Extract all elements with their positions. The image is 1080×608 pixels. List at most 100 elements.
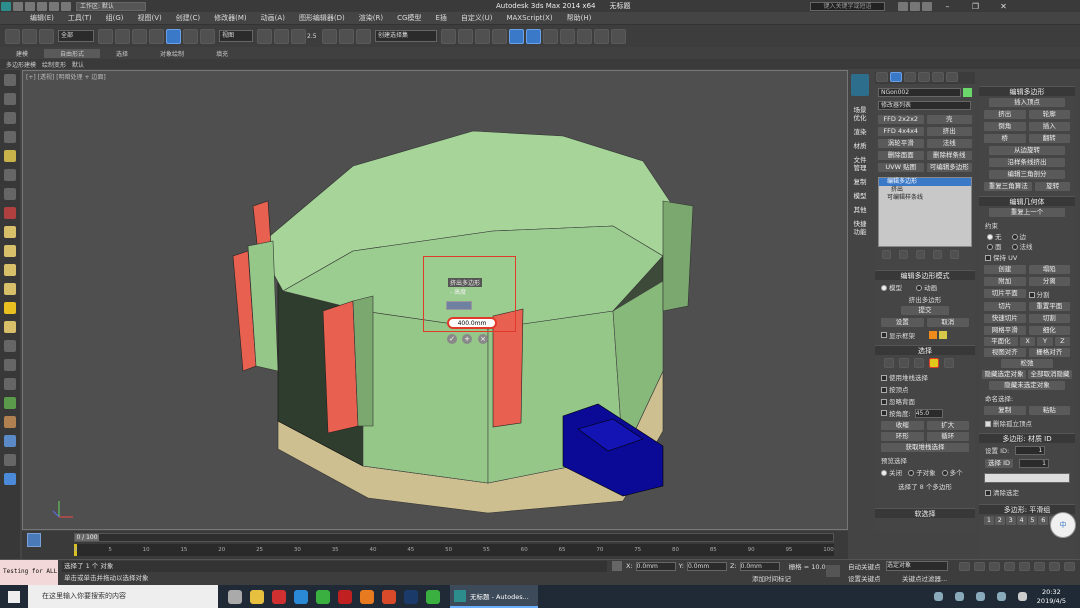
manipulate-icon[interactable] — [274, 28, 289, 44]
vtab[interactable]: 文件管理 — [851, 156, 869, 172]
preview-subobj-radio[interactable] — [908, 470, 915, 476]
anim-radio[interactable] — [916, 285, 923, 291]
tab-object-paint[interactable]: 对象绘制 — [144, 49, 200, 58]
modifier-button[interactable]: 挤出 — [926, 127, 972, 136]
coord-y-field[interactable]: 0.0mm — [686, 561, 727, 571]
delete-isolated-checkbox[interactable] — [985, 421, 991, 427]
input-method-badge[interactable]: 中 — [1050, 512, 1076, 538]
spline-icon[interactable] — [4, 340, 16, 352]
menu-item[interactable]: CG模型 — [397, 13, 421, 23]
workspace-dropdown[interactable]: 工作区: 默认 — [76, 1, 146, 11]
vtab[interactable]: 模型 — [851, 192, 869, 200]
close-icon[interactable]: ✕ — [989, 2, 1017, 11]
edit-triangulation-button[interactable]: 编辑三角剖分 — [989, 170, 1065, 179]
mirror-icon[interactable] — [441, 28, 456, 44]
hide-unselected-button[interactable]: 隐藏未选定对象 — [989, 381, 1065, 390]
angle-field[interactable]: 45.0 — [914, 408, 943, 418]
rendered-frame-icon[interactable] — [577, 28, 592, 44]
coord-z-field[interactable]: 0.0mm — [739, 561, 780, 571]
tessellate-button[interactable]: 细化 — [1028, 326, 1070, 335]
autokey-button[interactable]: 自动关键点 — [848, 561, 881, 571]
goto-start-icon[interactable] — [959, 562, 970, 571]
inset-button[interactable]: 插入 — [1028, 122, 1070, 131]
hierarchy-tab-icon[interactable] — [904, 72, 916, 82]
planarize-x-button[interactable]: X — [1019, 337, 1036, 346]
cut-button[interactable]: 切割 — [1028, 314, 1070, 323]
selected-pillar[interactable] — [322, 300, 359, 434]
selection-filter-dropdown[interactable]: 全部 — [58, 30, 94, 42]
select-rotate-icon[interactable] — [183, 28, 198, 44]
app-icon-10[interactable] — [426, 589, 440, 604]
slice-button[interactable]: 切片 — [984, 302, 1026, 311]
tab-freeform[interactable]: 自由形式 — [44, 48, 101, 58]
torus-icon[interactable] — [4, 321, 16, 333]
vtab[interactable]: 场景优化 — [851, 106, 869, 122]
tray-icon[interactable] — [996, 592, 1006, 601]
menu-item[interactable]: 编辑(E) — [30, 13, 54, 23]
menu-item[interactable]: E插 — [435, 13, 446, 23]
unhide-all-button[interactable]: 全部取消隐藏 — [1028, 370, 1072, 379]
menu-item[interactable]: 自定义(U) — [461, 13, 493, 23]
ring-button[interactable]: 环形 — [881, 432, 924, 441]
coord-x-field[interactable]: 0.0mm — [635, 561, 676, 571]
tray-icon[interactable] — [975, 592, 985, 601]
vtab[interactable]: 渲染 — [851, 128, 869, 136]
smoothing-group-button[interactable]: 1 — [984, 516, 994, 525]
zoom-icon[interactable] — [1034, 562, 1045, 571]
taskbar-search-input[interactable]: 在这里输入你要搜索的内容 — [28, 585, 218, 608]
edge-icon[interactable] — [899, 358, 909, 368]
material-editor-icon[interactable] — [543, 28, 558, 44]
ref-coord-dropdown[interactable]: 视图 — [219, 30, 253, 42]
add-time-tag[interactable]: 添加时间标记 — [752, 573, 791, 583]
make-unique-icon[interactable] — [916, 250, 925, 259]
selection-header[interactable]: 选择 — [875, 345, 975, 355]
constraint-normal-radio[interactable] — [1011, 244, 1018, 250]
tray-icon[interactable] — [954, 592, 964, 601]
tab-selection[interactable]: 选择 — [100, 49, 144, 58]
view-align-button[interactable]: 视图对齐 — [984, 348, 1026, 357]
constraint-face-radio[interactable] — [987, 244, 993, 250]
cage-color-1[interactable] — [929, 331, 937, 339]
selected-dropdown[interactable]: 选定对象 — [886, 561, 948, 571]
select-by-name-icon[interactable] — [115, 28, 130, 44]
select-id-button[interactable]: 选择 ID — [985, 459, 1013, 468]
cylinder-icon[interactable] — [4, 264, 16, 276]
subtab-poly-modeling[interactable]: 多边形建模 — [6, 60, 36, 69]
grow-button[interactable]: 扩大 — [926, 421, 969, 430]
helper-icon[interactable] — [4, 188, 16, 200]
render-production-icon[interactable] — [594, 28, 609, 44]
play-icon[interactable] — [989, 562, 1000, 571]
key-icon[interactable] — [826, 565, 840, 577]
layer-icon[interactable] — [4, 93, 16, 105]
align-icon[interactable] — [458, 28, 473, 44]
tray-icon[interactable] — [933, 592, 943, 601]
task-view-icon[interactable] — [228, 589, 242, 604]
app-icon-8[interactable] — [382, 589, 396, 604]
curve-editor-icon[interactable] — [509, 28, 524, 44]
star-icon[interactable] — [910, 1, 921, 11]
flip-button[interactable]: 翻转 — [1028, 134, 1070, 143]
select-id-field[interactable]: 1 — [1019, 459, 1049, 468]
goto-end-icon[interactable] — [1019, 562, 1030, 571]
relax-button[interactable]: 松弛 — [1001, 359, 1053, 368]
remove-modifier-icon[interactable] — [933, 250, 942, 259]
constraint-none-radio[interactable] — [987, 234, 993, 240]
menu-item[interactable]: 修改器(M) — [214, 13, 247, 23]
modifier-list-dropdown[interactable]: 修改器列表 — [878, 101, 971, 110]
caddy-cancel-icon[interactable]: × — [478, 334, 488, 344]
caddy-ok-icon[interactable]: ✓ — [447, 334, 457, 344]
maxscript-listener[interactable]: Testing for ALL — [0, 560, 58, 585]
slice-plane-button[interactable]: 切片平面 — [984, 289, 1026, 298]
list-icon[interactable] — [4, 112, 16, 124]
particle-icon[interactable] — [4, 207, 16, 219]
app-icon[interactable] — [1, 1, 11, 11]
ignore-back-checkbox[interactable] — [881, 399, 887, 405]
new-icon[interactable] — [13, 1, 23, 11]
planarize-z-button[interactable]: Z — [1054, 337, 1071, 346]
insert-vertex-button[interactable]: 插入顶点 — [989, 98, 1065, 107]
menu-item[interactable]: 帮助(H) — [567, 13, 592, 23]
object-name-field[interactable]: NGon002 — [878, 88, 962, 97]
preview-off-radio[interactable] — [881, 470, 887, 476]
system-icon[interactable] — [4, 378, 16, 390]
modifier-button[interactable]: FFD 4x4x4 — [878, 127, 924, 136]
